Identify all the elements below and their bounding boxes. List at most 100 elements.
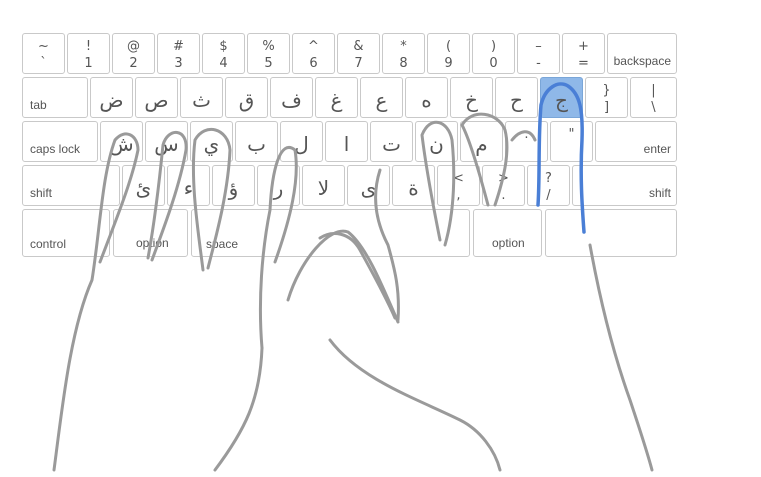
key-noon[interactable]: ن — [415, 121, 458, 162]
shift-left-label: shift — [30, 186, 53, 200]
key-equals[interactable]: + = — [562, 33, 605, 74]
key-slash[interactable]: ? / — [527, 165, 570, 206]
key-4[interactable]: $ 4 — [202, 33, 245, 74]
key-quote[interactable]: " — [550, 121, 593, 162]
key-2[interactable]: @ 2 — [112, 33, 155, 74]
key-minus[interactable]: – - — [517, 33, 560, 74]
key-ghain[interactable]: غ — [315, 77, 358, 118]
backspace-label: backspace — [613, 54, 671, 68]
key-caps-lock[interactable]: caps lock — [22, 121, 98, 162]
key-shift-left[interactable]: shift — [22, 165, 120, 206]
key-qaf[interactable]: ق — [225, 77, 268, 118]
key-alef[interactable]: ا — [325, 121, 368, 162]
key-label: س — [154, 132, 179, 156]
key-backtick[interactable]: ~ ` — [22, 33, 65, 74]
key-5[interactable]: % 5 — [247, 33, 290, 74]
key-9[interactable]: ( 9 — [427, 33, 470, 74]
key-label: ت — [382, 132, 401, 156]
key-option-right[interactable]: option — [473, 209, 542, 257]
key-8[interactable]: * 8 — [382, 33, 425, 74]
key-jeem-active[interactable]: ج — [540, 77, 583, 118]
key-teh[interactable]: ت — [370, 121, 413, 162]
key-label: ا — [343, 132, 350, 156]
key-tab[interactable]: tab — [22, 77, 88, 118]
key-khah[interactable]: خ — [450, 77, 493, 118]
key-heh[interactable]: ه — [405, 77, 448, 118]
key-shift-right[interactable]: shift — [572, 165, 677, 206]
key-label-top: ^ — [308, 39, 319, 54]
key-label: ء — [183, 176, 194, 200]
key-7[interactable]: & 7 — [337, 33, 380, 74]
key-label: ن — [429, 132, 444, 156]
key-backspace[interactable]: backspace — [607, 33, 677, 74]
key-label-top: ( — [445, 39, 452, 54]
key-sheen[interactable]: ش — [100, 121, 143, 162]
key-ain[interactable]: ع — [360, 77, 403, 118]
key-label-bottom: 2 — [129, 56, 138, 71]
control-label: control — [30, 237, 67, 251]
key-seen[interactable]: س — [145, 121, 188, 162]
key-lam-alef[interactable]: لا — [302, 165, 345, 206]
key-label-bottom: 5 — [264, 56, 273, 71]
key-teh-marbuta[interactable]: ة — [392, 165, 435, 206]
key-label: غ — [330, 88, 343, 112]
key-label: ج — [555, 88, 568, 112]
key-label-top: " — [568, 127, 575, 142]
key-6[interactable]: ^ 6 — [292, 33, 335, 74]
key-label: ؤ — [228, 176, 239, 200]
key-label-top: : — [524, 127, 529, 142]
key-label-top: + — [578, 39, 589, 54]
key-waw-hamza[interactable]: ؤ — [212, 165, 255, 206]
key-sad[interactable]: ص — [135, 77, 178, 118]
key-label-bottom: ] — [603, 100, 610, 115]
key-label-bottom: \ — [651, 100, 656, 115]
key-label: ض — [99, 88, 124, 112]
key-yeh-hamza[interactable]: ئ — [122, 165, 165, 206]
space-label: space — [206, 237, 239, 251]
key-label: لا — [317, 176, 330, 200]
key-alef-maksura[interactable]: ى — [347, 165, 390, 206]
key-label-bottom: - — [536, 56, 541, 71]
key-hamza[interactable]: ء — [167, 165, 210, 206]
key-beh[interactable]: ب — [235, 121, 278, 162]
key-hah[interactable]: ح — [495, 77, 538, 118]
key-yeh[interactable]: ي — [190, 121, 233, 162]
key-bracket-close[interactable]: } ] — [585, 77, 628, 118]
key-colon[interactable]: : — [505, 121, 548, 162]
key-label-bottom: 6 — [309, 56, 318, 71]
key-blank-right[interactable] — [545, 209, 677, 257]
key-space[interactable]: space — [191, 209, 470, 257]
key-lam[interactable]: ل — [280, 121, 323, 162]
key-label-top: ? — [545, 171, 552, 186]
key-label-bottom: 4 — [219, 56, 228, 71]
key-1[interactable]: ! 1 — [67, 33, 110, 74]
key-label: ص — [144, 88, 169, 112]
key-label: ح — [510, 88, 523, 112]
enter-label: enter — [643, 142, 671, 156]
key-0[interactable]: ) 0 — [472, 33, 515, 74]
key-feh[interactable]: ف — [270, 77, 313, 118]
key-backslash[interactable]: | \ — [630, 77, 677, 118]
key-period[interactable]: > . — [482, 165, 525, 206]
key-reh[interactable]: ر — [257, 165, 300, 206]
key-theh[interactable]: ث — [180, 77, 223, 118]
key-label-top: & — [353, 39, 364, 54]
key-3[interactable]: # 3 — [157, 33, 200, 74]
key-control[interactable]: control — [22, 209, 110, 257]
key-label: خ — [465, 88, 478, 112]
shift-right-label: shift — [648, 186, 671, 200]
key-dad[interactable]: ض — [90, 77, 133, 118]
key-label: ف — [281, 88, 302, 112]
key-label-top: } — [602, 83, 611, 98]
key-label: ق — [238, 88, 255, 112]
key-label: ة — [408, 176, 419, 200]
key-meem[interactable]: م — [460, 121, 503, 162]
key-label-top: ) — [490, 39, 497, 54]
key-enter[interactable]: enter — [595, 121, 677, 162]
key-option-left[interactable]: option — [113, 209, 188, 257]
key-label-bottom: = — [578, 56, 589, 71]
key-label-bottom: 9 — [444, 56, 453, 71]
key-label-top: | — [651, 83, 656, 98]
key-comma[interactable]: < , — [437, 165, 480, 206]
key-label-top: ~ — [38, 39, 49, 54]
